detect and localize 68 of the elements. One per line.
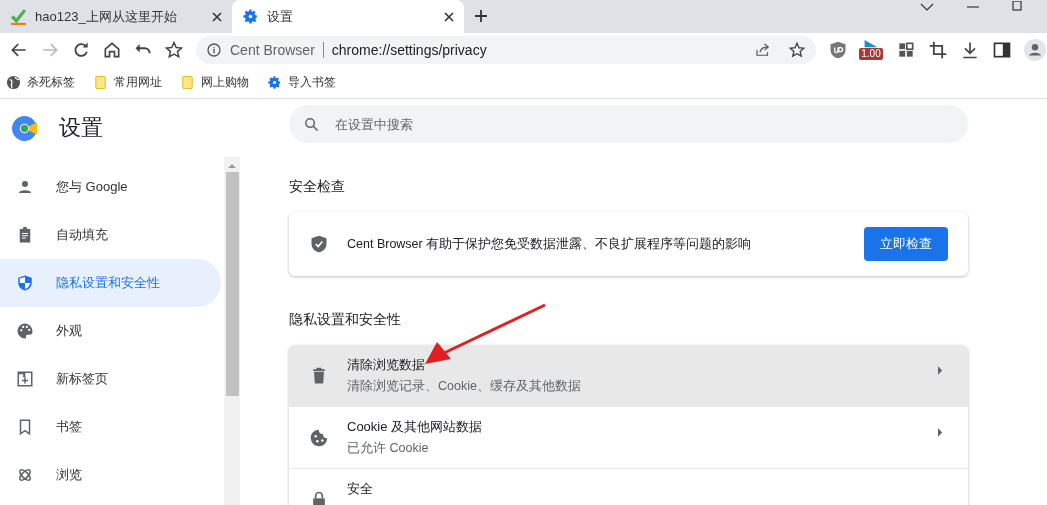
cookie-icon (309, 428, 329, 448)
row-subtitle: 已允许 Cookie (347, 440, 430, 457)
scrollbar[interactable] (224, 157, 240, 505)
sidebar-item[interactable]: 浏览 (0, 451, 221, 499)
sidebar-item[interactable]: 外观 (0, 307, 221, 355)
site-name: Cent Browser (230, 41, 315, 58)
bookmark-label: 杀死标签 (27, 73, 75, 91)
extension-badge: 1.00 (859, 47, 883, 60)
bookmark-label: 导入书签 (288, 73, 336, 91)
sidebar-item[interactable]: 隐私设置和安全性 (0, 259, 221, 307)
address-bar[interactable]: Cent Browser chrome://settings/privacy (196, 35, 816, 64)
new-tab-icon[interactable] (474, 9, 488, 23)
settings-row[interactable]: 安全 (289, 469, 968, 505)
caret-right-icon (938, 428, 943, 437)
page-title: 设置 (59, 114, 103, 142)
shield-icon (16, 274, 34, 292)
gear-icon (242, 8, 259, 25)
check-now-button[interactable]: 立即检查 (864, 227, 948, 261)
crop-icon[interactable] (928, 39, 948, 60)
bookmark-item[interactable]: 常用网址 (93, 73, 162, 91)
row-title: Cookie 及其他网站数据 (347, 418, 484, 436)
scroll-thumb[interactable] (225, 172, 239, 396)
browser-logo-icon (12, 115, 37, 141)
shield-check-icon (309, 234, 329, 254)
search-field[interactable]: 在设置中搜索 (289, 105, 968, 143)
row-subtitle: 清除浏览记录、Cookie、缓存及其他数据 (347, 378, 582, 395)
close-icon[interactable] (444, 11, 454, 22)
close-icon[interactable] (212, 11, 222, 22)
url-text: chrome://settings/privacy (331, 41, 487, 58)
browser-tab[interactable]: hao123_上网从这里开始 (0, 0, 232, 33)
bookmark-label: 常用网址 (114, 73, 162, 91)
section-heading: 隐私设置和安全性 (289, 311, 402, 329)
tab-title: hao123_上网从这里开始 (35, 7, 178, 26)
checkmark-icon (10, 8, 27, 25)
search-icon (303, 116, 320, 133)
globe-icon (6, 74, 21, 90)
sidebar-item[interactable]: 您与 Google (0, 163, 221, 211)
minimize-icon[interactable] (966, 3, 980, 11)
shield-icon[interactable] (828, 39, 848, 60)
plus-square-icon (16, 370, 34, 388)
palette-icon (16, 322, 34, 340)
tab-title: 设置 (267, 7, 294, 26)
gear-icon (267, 74, 282, 90)
sidebar-item[interactable]: 新标签页 (0, 355, 221, 403)
sidebar-item[interactable]: 书签 (0, 403, 221, 451)
atom-icon (16, 466, 34, 484)
bookmark-label: 网上购物 (201, 73, 249, 91)
folder-icon (180, 74, 195, 90)
bookmark-item[interactable]: 网上购物 (180, 73, 249, 91)
info-icon (206, 41, 222, 58)
person-icon (16, 178, 34, 196)
bookmark-item[interactable]: 导入书签 (267, 73, 336, 91)
row-title: 清除浏览数据 (347, 356, 426, 374)
folder-icon (93, 74, 108, 90)
settings-row[interactable]: Cookie 及其他网站数据 已允许 Cookie (289, 407, 968, 469)
section-heading: 安全检查 (289, 178, 346, 196)
safety-check-description: Cent Browser 有助于保护您免受数据泄露、不良扩展程序等问题的影响 (347, 235, 753, 253)
sidebar-item[interactable]: 自动填充 (0, 211, 221, 259)
row-title: 安全 (347, 480, 374, 498)
star-icon[interactable] (788, 40, 806, 59)
settings-row[interactable]: 清除浏览数据 清除浏览记录、Cookie、缓存及其他数据 (289, 345, 968, 407)
bookmark-item[interactable]: 杀死标签 (6, 73, 75, 91)
star-icon[interactable] (164, 39, 184, 60)
caret-right-icon (938, 366, 943, 375)
browser-tab[interactable]: 设置 (232, 0, 464, 33)
maximize-icon[interactable] (1012, 1, 1022, 11)
chevron-down-icon[interactable] (920, 3, 934, 11)
avatar-icon[interactable] (1024, 38, 1046, 61)
